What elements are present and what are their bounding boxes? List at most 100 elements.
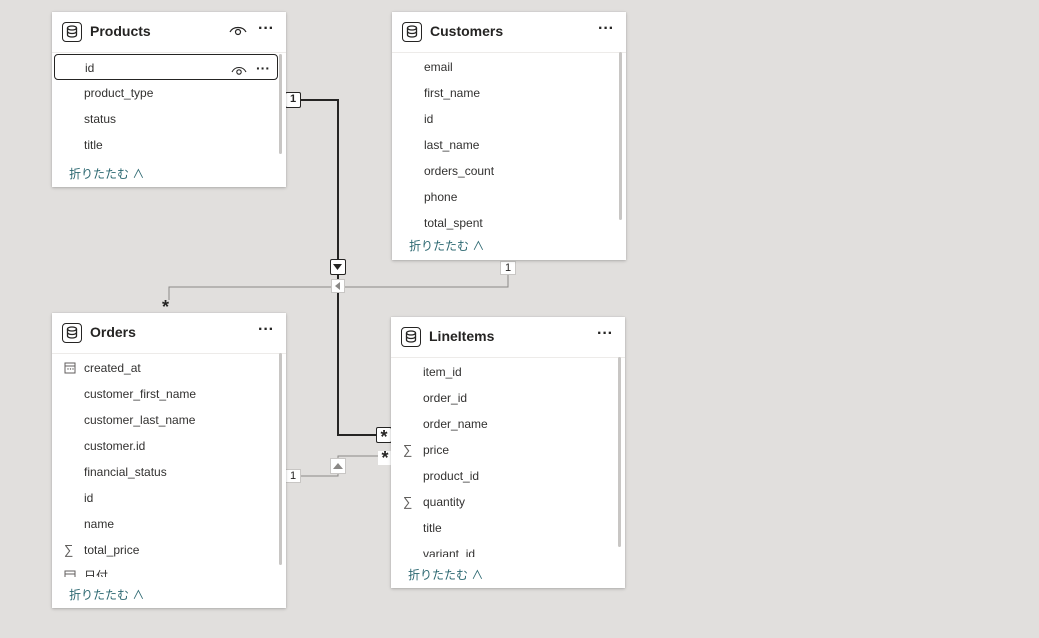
scrollbar[interactable] [619,52,622,220]
field-row[interactable]: order_name [391,411,625,437]
field-row[interactable]: variant_id [391,541,625,557]
field-name: orders_count [424,164,495,178]
field-name: total_spent [424,216,483,230]
table-card-orders[interactable]: Orders ··· created_at customer_first_nam… [52,313,286,608]
sigma-icon: ∑ [403,442,413,457]
field-row[interactable]: first_name [392,80,626,106]
field-row[interactable]: name [52,511,286,537]
field-name: 日付 [84,569,109,577]
table-icon [62,323,82,343]
scrollbar[interactable] [279,353,282,565]
table-card-customers[interactable]: Customers ··· email first_name id last_n… [392,12,626,260]
collapse-link[interactable]: 折りたたむ ∧ [69,586,144,603]
field-name: order_name [423,417,488,431]
model-canvas[interactable]: 1 1 * * * 1 Products ··· id ··· product_… [0,0,1039,638]
collapse-link[interactable]: 折りたたむ ∧ [409,237,484,254]
collapse-link[interactable]: 折りたたむ ∧ [69,165,144,182]
field-row[interactable]: customer.id [52,433,286,459]
field-name: id [424,112,434,126]
field-name: quantity [423,495,466,509]
field-row[interactable]: status [52,106,286,132]
more-options-button[interactable]: ··· [594,326,616,346]
field-name: email [424,60,453,74]
field-row[interactable]: title [52,132,286,156]
scrollbar[interactable] [618,357,621,547]
field-name: product_id [423,469,480,483]
scrollbar[interactable] [279,54,282,154]
field-row[interactable]: id [392,106,626,132]
table-icon [401,327,421,347]
field-name: financial_status [84,465,167,479]
table-title: Customers [430,23,504,39]
field-row[interactable]: customer_last_name [52,407,286,433]
calendar-icon [64,355,78,381]
field-name: phone [424,190,458,204]
field-list: id ··· product_type status title [52,54,286,156]
cardinality-one-badge: 1 [285,92,301,108]
table-header[interactable]: Customers ··· [392,12,626,53]
field-name: id [84,491,94,505]
calendar-icon [64,563,78,577]
field-row[interactable]: product_type [52,80,286,106]
field-row[interactable]: ∑ total_price [52,537,286,563]
cardinality-one-badge: 1 [500,261,516,275]
table-header[interactable]: Orders ··· [52,313,286,354]
field-name: created_at [84,361,141,375]
field-row[interactable]: phone [392,184,626,210]
field-name: customer_first_name [84,387,197,401]
field-name: price [423,443,450,457]
field-row[interactable]: total_spent [392,210,626,230]
table-title: LineItems [429,328,495,344]
sigma-icon: ∑ [64,542,74,557]
sigma-icon: ∑ [403,494,413,509]
table-card-lineitems[interactable]: LineItems ··· item_id order_id order_nam… [391,317,625,588]
field-row[interactable]: email [392,54,626,80]
field-row[interactable]: ∑ quantity [391,489,625,515]
field-row[interactable]: orders_count [392,158,626,184]
more-options-button[interactable]: ··· [595,21,617,41]
cardinality-many-marker: * [162,297,170,317]
field-row[interactable]: order_id [391,385,625,411]
field-row[interactable]: financial_status [52,459,286,485]
field-name: customer.id [84,439,146,453]
field-name: variant_id [423,547,476,557]
field-more-options-button[interactable]: ··· [256,55,270,81]
more-options-button[interactable]: ··· [255,21,277,41]
filter-direction-arrow-icon[interactable] [330,458,346,474]
field-row-id[interactable]: id ··· [54,54,278,80]
table-title: Orders [90,324,136,340]
field-name: last_name [424,138,480,152]
filter-direction-arrow-icon[interactable] [331,279,345,293]
table-icon [402,22,422,42]
table-title: Products [90,23,151,39]
visibility-eye-icon[interactable] [229,24,247,40]
visibility-eye-icon[interactable] [231,61,247,75]
field-row[interactable]: title [391,515,625,541]
cardinality-many-badge: * [376,427,392,446]
collapse-link[interactable]: 折りたたむ ∧ [408,566,483,583]
field-row[interactable]: item_id [391,359,625,385]
field-row[interactable]: ∑ price [391,437,625,463]
field-name: total_price [84,543,140,557]
field-name: customer_last_name [84,413,196,427]
field-row[interactable]: customer_first_name [52,381,286,407]
table-card-products[interactable]: Products ··· id ··· product_type status … [52,12,286,187]
field-name: title [84,138,103,152]
field-row[interactable]: 日付 [52,563,286,577]
cardinality-many-marker: * [378,449,392,467]
table-icon [62,22,82,42]
field-row[interactable]: last_name [392,132,626,158]
field-name: first_name [424,86,481,100]
field-list: item_id order_id order_name ∑ price prod… [391,359,625,557]
table-header[interactable]: LineItems ··· [391,317,625,358]
field-list: email first_name id last_name orders_cou… [392,54,626,230]
field-list: created_at customer_first_name customer_… [52,355,286,577]
field-row[interactable]: created_at [52,355,286,381]
more-options-button[interactable]: ··· [255,322,277,342]
field-row[interactable]: id [52,485,286,511]
field-row[interactable]: product_id [391,463,625,489]
field-name: item_id [423,365,462,379]
table-header[interactable]: Products ··· [52,12,286,53]
filter-direction-arrow-icon[interactable] [330,259,346,275]
field-name: product_type [84,86,154,100]
